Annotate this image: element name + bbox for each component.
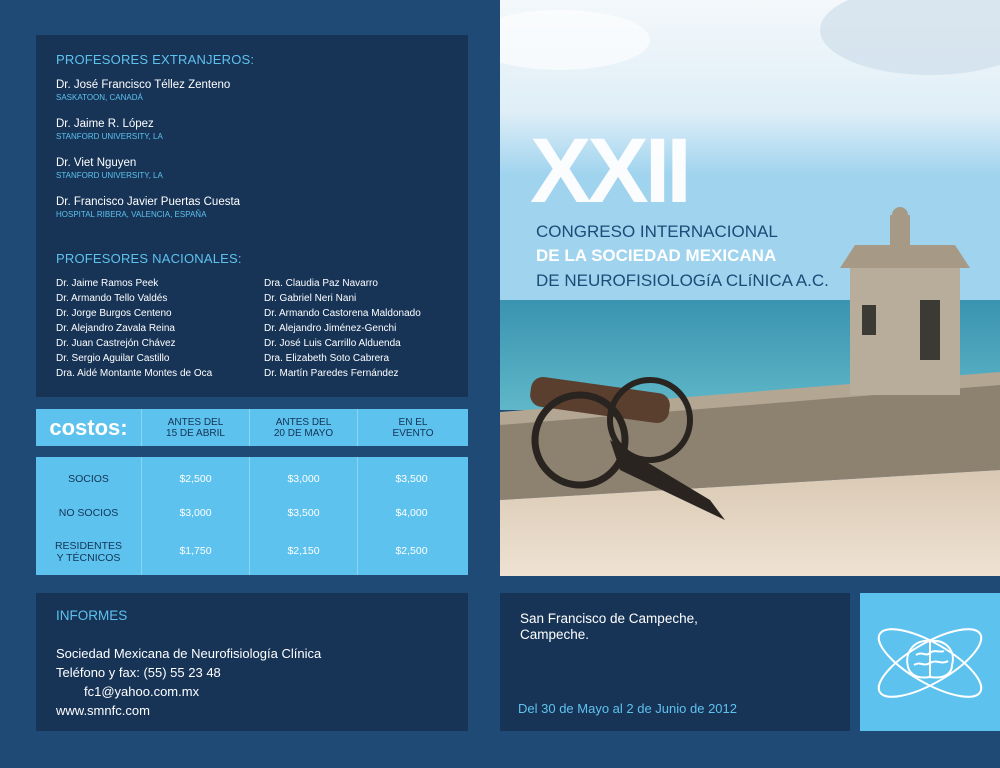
roman-numeral: XXII <box>530 120 692 222</box>
national-professor: Dra. Aidé Montante Montes de Oca <box>56 368 213 379</box>
foreign-professor-item: Dr. Francisco Javier Puertas Cuesta HOSP… <box>56 196 240 219</box>
row-label: RESIDENTES Y TÉCNICOS <box>36 540 141 564</box>
logo-panel <box>860 593 1000 731</box>
national-professors-col2: Dra. Claudia Paz Navarro Dr. Gabriel Ner… <box>264 276 421 381</box>
price-cell: $3,500 <box>287 507 320 519</box>
location-state: Campeche. <box>520 627 590 642</box>
brain-atom-logo-icon <box>877 628 983 698</box>
price-cell: $2,150 <box>287 545 320 557</box>
foreign-professor-item: Dr. Viet Nguyen STANFORD UNIVERSITY, LA <box>56 157 163 180</box>
column-header-line: 20 DE MAYO <box>273 427 334 439</box>
row-label-line: Y TÉCNICOS <box>56 552 121 564</box>
costs-title-cell: costos: <box>36 409 141 446</box>
professors-panel: PROFESORES EXTRANJEROS: Dr. José Francis… <box>36 35 468 397</box>
organization-name: Sociedad Mexicana de Neurofisiología Clí… <box>56 646 322 661</box>
professor-affiliation: SASKATOON, CANADÁ <box>56 93 143 102</box>
national-professor: Dra. Elizabeth Soto Cabrera <box>264 353 390 364</box>
professor-name: Dr. José Francisco Téllez Zenteno <box>56 79 231 91</box>
column-header-line: EN EL <box>398 416 428 428</box>
price-cell: $3,000 <box>287 473 320 485</box>
row-label: NO SOCIOS <box>58 507 119 519</box>
costs-title: costos: <box>49 414 128 440</box>
national-professor: Dr. Armando Tello Valdés <box>56 293 168 304</box>
costs-table: SOCIOS $2,500 $3,000 $3,500 NO SOCIOS $3… <box>36 457 468 575</box>
foreign-professor-item: Dr. Jaime R. López STANFORD UNIVERSITY, … <box>56 118 163 141</box>
cost-column-header: ANTES DEL 20 DE MAYO <box>250 409 357 446</box>
national-professor: Dr. Jaime Ramos Peek <box>56 278 159 289</box>
informes-panel: INFORMES Sociedad Mexicana de Neurofisio… <box>36 593 468 731</box>
national-professor: Dr. Jorge Burgos Centeno <box>56 308 172 319</box>
national-professor: Dr. Juan Castrejón Chávez <box>56 338 176 349</box>
row-label-line: RESIDENTES <box>54 540 123 552</box>
price-cell: $3,500 <box>395 473 428 485</box>
foreign-professors-title: PROFESORES EXTRANJEROS: <box>56 52 255 67</box>
phone-fax: Teléfono y fax: (55) 55 23 48 <box>56 665 221 680</box>
informes-title: INFORMES <box>56 608 128 623</box>
location-city: San Francisco de Campeche, <box>520 611 698 626</box>
cost-column-header: ANTES DEL 15 DE ABRIL <box>142 409 249 446</box>
website-link[interactable]: www.smnfc.com <box>56 703 150 718</box>
location-panel: San Francisco de Campeche, Campeche. Del… <box>500 593 850 731</box>
price-cell: $2,500 <box>179 473 212 485</box>
professor-name: Dr. Jaime R. López <box>56 118 154 130</box>
email-link[interactable]: fc1@yahoo.com.mx <box>84 684 199 699</box>
event-dates: Del 30 de Mayo al 2 de Junio de 2012 <box>518 701 737 716</box>
cost-column-header: EN EL EVENTO <box>358 409 468 446</box>
professor-affiliation: STANFORD UNIVERSITY, LA <box>56 132 163 141</box>
column-header-line: ANTES DEL <box>275 416 332 428</box>
column-header-line: 15 DE ABRIL <box>166 427 225 439</box>
national-professor: Dr. Alejandro Jiménez-Genchi <box>264 323 397 334</box>
national-professor: Dra. Claudia Paz Navarro <box>264 278 378 289</box>
congress-title-line3: DE NEUROFISIOLOGíA CLíNICA A.C. <box>536 271 829 290</box>
price-cell: $2,500 <box>395 545 428 557</box>
national-professors-title: PROFESORES NACIONALES: <box>56 251 242 266</box>
national-professor: Dr. Armando Castorena Maldonado <box>264 308 421 319</box>
price-cell: $1,750 <box>179 545 212 557</box>
professor-name: Dr. Viet Nguyen <box>56 157 137 169</box>
price-cell: $4,000 <box>395 507 428 519</box>
professor-name: Dr. Francisco Javier Puertas Cuesta <box>56 196 241 208</box>
congress-title-line2: DE LA SOCIEDAD MEXICANA <box>536 246 777 265</box>
national-professor: Dr. Martín Paredes Fernández <box>264 368 399 379</box>
foreign-professor-item: Dr. José Francisco Téllez Zenteno SASKAT… <box>56 79 230 102</box>
national-professor: Dr. José Luis Carrillo Alduenda <box>264 338 401 349</box>
national-professor: Dr. Sergio Aguilar Castillo <box>56 353 170 364</box>
row-label: SOCIOS <box>68 473 109 485</box>
column-header-line: EVENTO <box>392 427 434 439</box>
congress-title-line1: CONGRESO INTERNACIONAL <box>536 222 778 241</box>
price-cell: $3,000 <box>179 507 212 519</box>
national-professors-col1: Dr. Jaime Ramos Peek Dr. Armando Tello V… <box>56 276 212 381</box>
national-professor: Dr. Alejandro Zavala Reina <box>56 323 175 334</box>
national-professor: Dr. Gabriel Neri Nani <box>264 293 357 304</box>
professor-affiliation: STANFORD UNIVERSITY, LA <box>56 171 163 180</box>
campeche-fort-photo: XXII CONGRESO INTERNACIONAL DE LA SOCIED… <box>500 0 1000 576</box>
costs-header: costos: ANTES DEL 15 DE ABRIL ANTES DEL 20… <box>36 409 468 446</box>
professor-affiliation: HOSPITAL RIBERA, VALENCIA, ESPAÑA <box>56 210 207 219</box>
column-header-line: ANTES DEL <box>167 416 224 428</box>
